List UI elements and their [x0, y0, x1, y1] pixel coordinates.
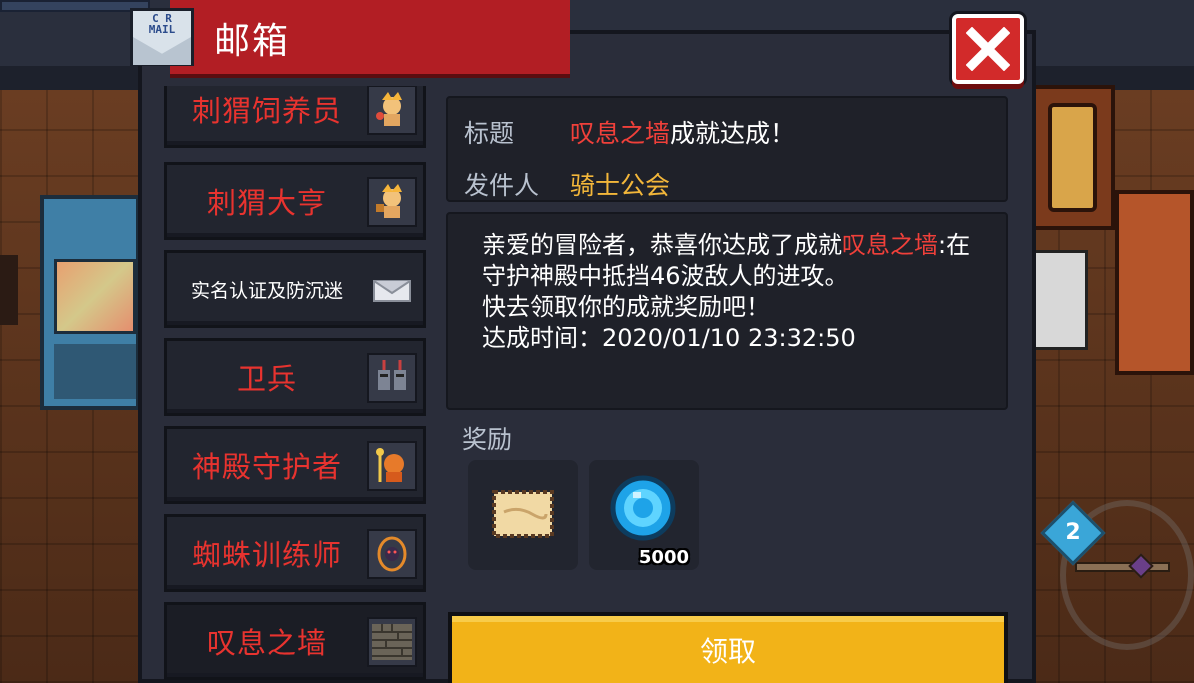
body-text-highlight: 叹息之墙: [842, 231, 938, 259]
mail-item-label: 叹息之墙: [206, 626, 327, 660]
close-button[interactable]: [952, 14, 1024, 84]
mail-sender: 骑士公会: [570, 171, 671, 200]
mail-title-highlight: 叹息之墙: [570, 119, 671, 148]
mail-item-selected[interactable]: 叹息之墙: [164, 602, 426, 680]
mail-item[interactable]: 神殿守护者: [164, 426, 426, 504]
shelf-prop: [1115, 190, 1194, 375]
sender-label: 发件人: [464, 171, 540, 200]
hedgehog-knight-icon: [367, 86, 417, 135]
window-title: 邮箱: [214, 21, 291, 62]
mail-title-row: 标题 叹息之墙成就达成！: [464, 114, 795, 150]
claim-button[interactable]: 领取: [448, 612, 1008, 683]
close-icon: [966, 27, 1010, 71]
mail-item[interactable]: 刺猬大亨: [164, 162, 426, 240]
title-label: 标题: [464, 119, 515, 148]
mail-list[interactable]: 刺猬饲养员 刺猬大亨 实名认证及防沉迷 卫兵 神殿守护者 蜘蛛训练师 叹息之墙: [160, 86, 428, 683]
mail-item-label: 卫兵: [236, 362, 297, 396]
guard-soldiers-icon: [367, 353, 417, 403]
mail-item-label: 实名认证及防沉迷: [190, 279, 343, 302]
envelope-flap: [133, 37, 191, 65]
claw-machine-glass: [54, 259, 136, 334]
mail-item-label: 刺猬大亨: [206, 186, 327, 220]
cat-npc: [1030, 250, 1088, 350]
background-prop-left: [0, 255, 18, 325]
hedgehog-knight-icon: [367, 177, 417, 227]
rewards-label: 奖励: [462, 425, 513, 454]
body-text-part: 亲爱的冒险者，恭喜你达成了成就: [482, 231, 842, 259]
weapon-staff-icon[interactable]: [1075, 562, 1170, 572]
mail-item-label: 神殿守护者: [191, 450, 342, 484]
mail-item[interactable]: 蜘蛛训练师: [164, 514, 426, 592]
parchment-scroll-icon: [492, 490, 554, 538]
claw-machine-prop: [40, 195, 140, 410]
mail-item-label: 蜘蛛训练师: [191, 538, 342, 572]
spider-trainer-icon: [367, 529, 417, 579]
top-hud-bar: [0, 0, 150, 12]
mail-header-info: 标题 叹息之墙成就达成！ 发件人 骑士公会: [446, 96, 1008, 202]
weapon-level-text: 2: [1065, 520, 1081, 545]
mail-item[interactable]: 刺猬饲养员: [164, 86, 426, 148]
reward-count: 5000: [638, 547, 689, 568]
cabinet-prop: [1030, 85, 1115, 230]
temple-guardian-icon: [367, 441, 417, 491]
mail-icon: C R MAIL: [130, 8, 194, 66]
mail-icon-text: C R MAIL: [148, 12, 176, 36]
claw-machine-base: [54, 344, 136, 399]
reward-slot[interactable]: 5000: [589, 460, 699, 570]
mail-body-text: 亲爱的冒险者，恭喜你达成了成就叹息之墙:在守护神殿中抵挡46波敌人的进攻。 快去…: [482, 230, 982, 354]
mail-title-rest: 成就达成！: [670, 119, 796, 148]
mail-item-label: 刺猬饲养员: [191, 94, 342, 128]
body-text-line: 快去领取你的成就奖励吧！: [482, 293, 770, 321]
mail-item[interactable]: 卫兵: [164, 338, 426, 416]
reward-slot[interactable]: [468, 460, 578, 570]
stone-wall-icon: [367, 617, 417, 667]
mail-sender-row: 发件人 骑士公会: [464, 166, 670, 202]
envelope-icon: [367, 265, 417, 315]
mail-body: 亲爱的冒险者，恭喜你达成了成就叹息之墙:在守护神殿中抵挡46波敌人的进攻。 快去…: [446, 212, 1008, 410]
mail-item[interactable]: 实名认证及防沉迷: [164, 250, 426, 328]
body-text-line: 达成时间：2020/01/10 23:32:50: [482, 324, 856, 352]
